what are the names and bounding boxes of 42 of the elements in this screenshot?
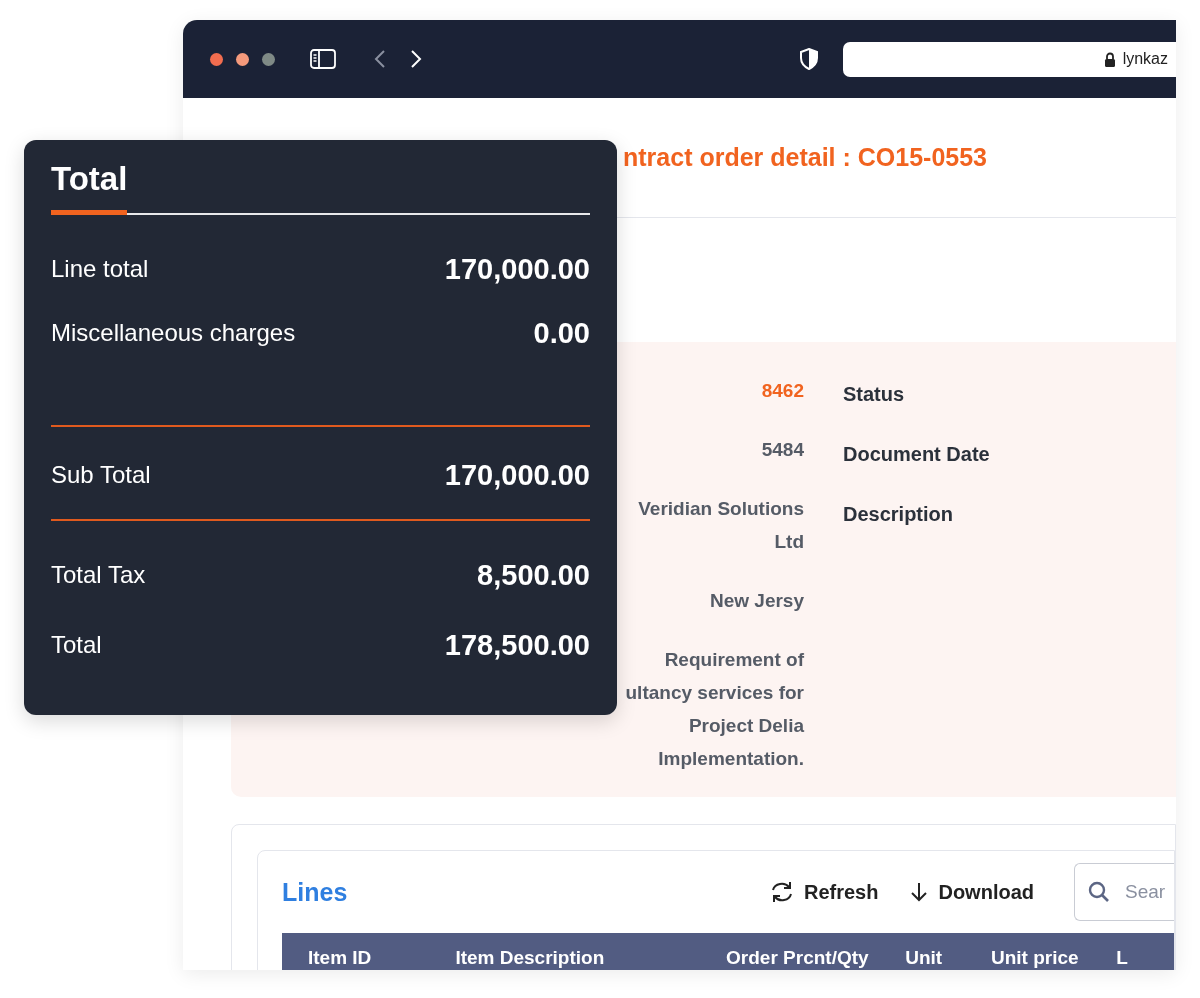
- column-header: L: [1116, 948, 1129, 968]
- detail-label: Status: [843, 382, 906, 407]
- column-header: Unit: [905, 948, 944, 968]
- zoom-dot-icon[interactable]: [262, 52, 275, 66]
- detail-label: Description: [843, 502, 955, 527]
- search-icon: [1088, 881, 1110, 903]
- total-value: 178,500.00: [444, 628, 590, 662]
- total-label: Line total: [51, 255, 149, 283]
- forward-icon[interactable]: [410, 49, 422, 69]
- total-label: Miscellaneous charges: [51, 319, 296, 347]
- column-header: Order Prcnt/Qty: [726, 948, 870, 968]
- download-icon: [910, 881, 929, 903]
- page-title: ntract order detail : CO15-0553: [623, 143, 987, 172]
- column-header: Unit price: [991, 948, 1080, 968]
- close-dot-icon[interactable]: [210, 52, 223, 66]
- sidebar-icon[interactable]: [310, 49, 336, 69]
- detail-value: Veridian Solutions Ltd: [637, 497, 804, 554]
- search-field[interactable]: Sear: [1074, 863, 1174, 921]
- column-header: Item ID: [308, 948, 373, 968]
- total-value: 170,000.00: [444, 458, 590, 492]
- total-value: 8,500.00: [477, 558, 590, 592]
- detail-label: Document Date: [843, 442, 990, 467]
- address-text: lynkaz: [1122, 50, 1168, 68]
- lines-title: Lines: [282, 877, 348, 907]
- total-value: 0.00: [533, 316, 590, 350]
- minimize-dot-icon[interactable]: [236, 52, 249, 66]
- shield-icon[interactable]: [800, 48, 818, 70]
- total-label: Total: [51, 631, 102, 659]
- detail-value: 5484: [760, 438, 804, 462]
- refresh-button[interactable]: Refresh: [769, 880, 879, 904]
- column-header: Item Description: [455, 948, 606, 968]
- lock-icon: [1103, 51, 1116, 67]
- refresh-icon: [769, 881, 794, 903]
- download-button[interactable]: Download: [910, 880, 1034, 904]
- detail-value: Requirement of ultancy services for Project Delia Implementation.: [624, 648, 804, 771]
- back-icon[interactable]: [374, 49, 386, 69]
- total-label: Total Tax: [51, 561, 146, 589]
- total-label: Sub Total: [51, 461, 151, 489]
- detail-value: New Jersy: [709, 589, 804, 613]
- total-title: Total: [51, 160, 128, 215]
- total-value: 170,000.00: [444, 252, 590, 286]
- address-bar[interactable]: lynkaz: [843, 41, 1176, 77]
